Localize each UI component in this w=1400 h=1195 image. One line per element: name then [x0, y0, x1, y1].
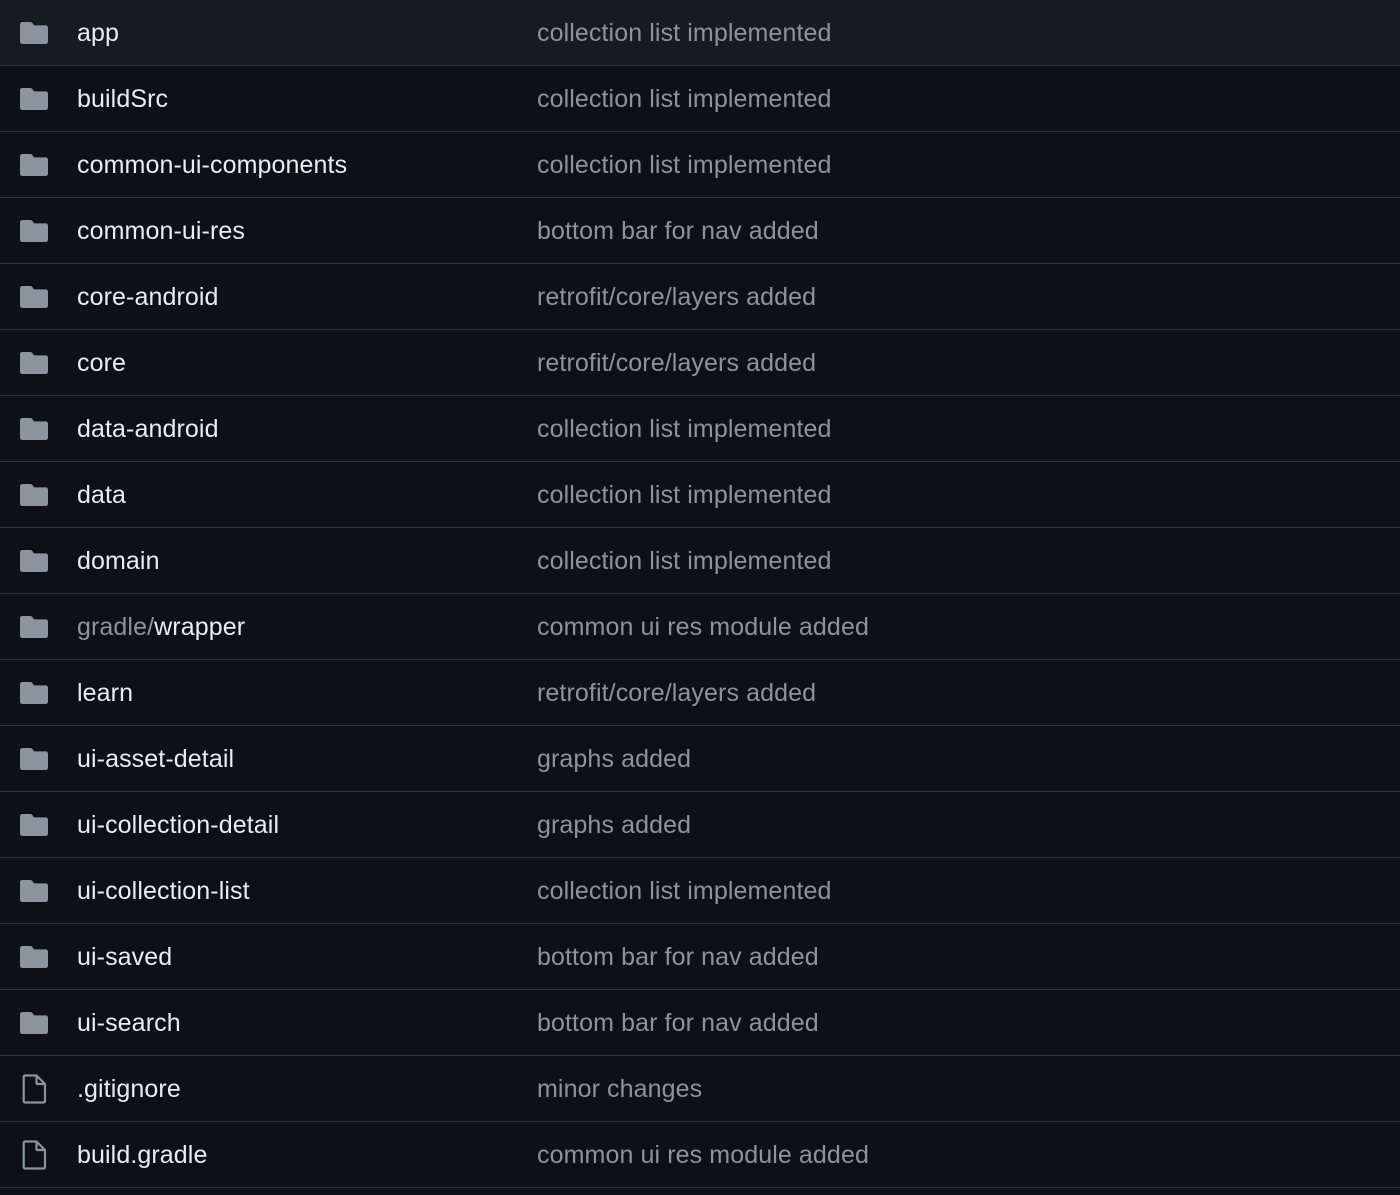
commit-message[interactable]: collection list implemented: [537, 546, 832, 576]
folder-icon: [18, 151, 50, 179]
file-name-base[interactable]: common-ui-components: [77, 151, 347, 179]
file-name-base[interactable]: domain: [77, 547, 160, 575]
file-row-domain[interactable]: domain collection list implemented: [0, 528, 1400, 594]
folder-icon: [18, 679, 50, 707]
folder-icon: [18, 85, 50, 113]
file-name[interactable]: app: [77, 18, 119, 48]
file-name-base[interactable]: ui-search: [77, 1009, 181, 1037]
file-row-ui-collection-list[interactable]: ui-collection-list collection list imple…: [0, 858, 1400, 924]
file-name[interactable]: build.gradle: [77, 1140, 207, 1170]
folder-icon: [18, 415, 50, 443]
commit-message[interactable]: graphs added: [537, 810, 691, 840]
folder-icon: [18, 811, 50, 839]
commit-message[interactable]: collection list implemented: [537, 84, 832, 114]
file-name-base[interactable]: core-android: [77, 283, 219, 311]
file-icon: [18, 1139, 50, 1170]
file-name[interactable]: ui-saved: [77, 942, 172, 972]
commit-message[interactable]: common ui res module added: [537, 612, 869, 642]
commit-message[interactable]: common ui res module added: [537, 1140, 869, 1170]
file-name[interactable]: ui-collection-list: [77, 876, 250, 906]
file-name[interactable]: data-android: [77, 414, 219, 444]
file-name[interactable]: ui-search: [77, 1008, 181, 1038]
file-name-base[interactable]: common-ui-res: [77, 217, 245, 245]
file-row-core-android[interactable]: core-android retrofit/core/layers added: [0, 264, 1400, 330]
file-name-base[interactable]: ui-asset-detail: [77, 745, 234, 773]
file-row-core[interactable]: core retrofit/core/layers added: [0, 330, 1400, 396]
file-name[interactable]: core-android: [77, 282, 219, 312]
file-row-app[interactable]: app collection list implemented: [0, 0, 1400, 66]
folder-icon: [18, 745, 50, 773]
file-name[interactable]: domain: [77, 546, 160, 576]
file-name-base[interactable]: app: [77, 19, 119, 47]
commit-message[interactable]: bottom bar for nav added: [537, 216, 819, 246]
file-row-learn[interactable]: learn retrofit/core/layers added: [0, 660, 1400, 726]
folder-icon: [18, 1009, 50, 1037]
folder-icon: [18, 19, 50, 47]
commit-message[interactable]: retrofit/core/layers added: [537, 348, 816, 378]
file-name[interactable]: core: [77, 348, 126, 378]
file-name-base[interactable]: wrapper: [154, 613, 245, 641]
file-row-data-android[interactable]: data-android collection list implemented: [0, 396, 1400, 462]
folder-icon: [18, 547, 50, 575]
file-row-data[interactable]: data collection list implemented: [0, 462, 1400, 528]
folder-icon: [18, 349, 50, 377]
folder-icon: [18, 217, 50, 245]
file-row-buildgradle[interactable]: build.gradle common ui res module added: [0, 1122, 1400, 1188]
file-row-buildsrc[interactable]: buildSrc collection list implemented: [0, 66, 1400, 132]
file-name-base[interactable]: core: [77, 349, 126, 377]
file-name[interactable]: common-ui-components: [77, 150, 347, 180]
file-row-ui-collection-detail[interactable]: ui-collection-detail graphs added: [0, 792, 1400, 858]
file-icon: [18, 1073, 50, 1104]
file-name-base[interactable]: data-android: [77, 415, 219, 443]
file-name-base[interactable]: build.gradle: [77, 1141, 207, 1169]
commit-message[interactable]: collection list implemented: [537, 18, 832, 48]
file-row-common-ui-res[interactable]: common-ui-res bottom bar for nav added: [0, 198, 1400, 264]
folder-icon: [18, 613, 50, 641]
file-row-gitignore[interactable]: .gitignore minor changes: [0, 1056, 1400, 1122]
file-name-base[interactable]: learn: [77, 679, 133, 707]
commit-message[interactable]: collection list implemented: [537, 480, 832, 510]
file-name[interactable]: learn: [77, 678, 133, 708]
file-name-prefix[interactable]: gradle/: [77, 613, 154, 641]
file-name[interactable]: gradle/wrapper: [77, 612, 245, 642]
commit-message[interactable]: bottom bar for nav added: [537, 942, 819, 972]
file-name[interactable]: ui-collection-detail: [77, 810, 279, 840]
file-name-base[interactable]: .gitignore: [77, 1075, 181, 1103]
commit-message[interactable]: collection list implemented: [537, 414, 832, 444]
file-row-ui-saved[interactable]: ui-saved bottom bar for nav added: [0, 924, 1400, 990]
file-name-base[interactable]: ui-saved: [77, 943, 172, 971]
file-name[interactable]: ui-asset-detail: [77, 744, 234, 774]
file-name[interactable]: data: [77, 480, 126, 510]
commit-message[interactable]: collection list implemented: [537, 876, 832, 906]
file-name[interactable]: .gitignore: [77, 1074, 181, 1104]
folder-icon: [18, 943, 50, 971]
commit-message[interactable]: bottom bar for nav added: [537, 1008, 819, 1038]
commit-message[interactable]: collection list implemented: [537, 150, 832, 180]
commit-message[interactable]: minor changes: [537, 1074, 702, 1104]
commit-message[interactable]: graphs added: [537, 744, 691, 774]
file-name-base[interactable]: data: [77, 481, 126, 509]
commit-message[interactable]: retrofit/core/layers added: [537, 282, 816, 312]
file-row-common-ui-components[interactable]: common-ui-components collection list imp…: [0, 132, 1400, 198]
file-row-ui-search[interactable]: ui-search bottom bar for nav added: [0, 990, 1400, 1056]
folder-icon: [18, 283, 50, 311]
file-row-wrapper[interactable]: gradle/wrapper common ui res module adde…: [0, 594, 1400, 660]
file-name-base[interactable]: buildSrc: [77, 85, 168, 113]
file-list: app collection list implemented buildSrc…: [0, 0, 1400, 1188]
file-name[interactable]: buildSrc: [77, 84, 168, 114]
file-name-base[interactable]: ui-collection-list: [77, 877, 250, 905]
file-name-base[interactable]: ui-collection-detail: [77, 811, 279, 839]
file-row-ui-asset-detail[interactable]: ui-asset-detail graphs added: [0, 726, 1400, 792]
folder-icon: [18, 481, 50, 509]
file-name[interactable]: common-ui-res: [77, 216, 245, 246]
folder-icon: [18, 877, 50, 905]
commit-message[interactable]: retrofit/core/layers added: [537, 678, 816, 708]
